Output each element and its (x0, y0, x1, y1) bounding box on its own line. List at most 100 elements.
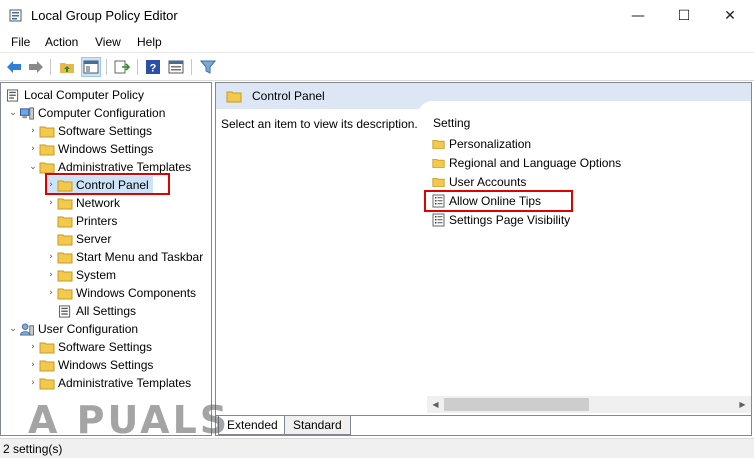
menu-bar: File Action View Help (0, 31, 754, 53)
tree-item-user-configuration[interactable]: ⌄ User Configuration (7, 320, 138, 338)
list-item-settings-page-visibility[interactable]: Settings Page Visibility (432, 211, 570, 229)
tree-item-local-computer-policy[interactable]: Local Computer Policy (5, 86, 144, 104)
tree-item-user-windows-settings[interactable]: › Windows Settings (27, 356, 153, 374)
folder-icon (57, 270, 73, 281)
tree-label: Windows Components (76, 286, 197, 300)
tree-label: System (76, 268, 117, 282)
tab-standard[interactable]: Standard (284, 416, 351, 435)
toolbar-separator (191, 59, 192, 75)
highlight-control-panel (45, 173, 170, 195)
view-tabs: Extended Standard (216, 415, 751, 435)
settings-list-icon (58, 304, 71, 318)
back-arrow-icon[interactable] (4, 57, 24, 77)
tree-item-user-software-settings[interactable]: › Software Settings (27, 338, 152, 356)
chevron-right-icon[interactable]: › (45, 284, 57, 302)
scrollbar-thumb[interactable] (444, 398, 589, 411)
tree-item-computer-configuration[interactable]: ⌄ Computer Configuration (7, 104, 165, 122)
menu-view[interactable]: View (95, 35, 121, 49)
tree-label: Software Settings (58, 340, 153, 354)
folder-icon (39, 378, 55, 389)
help-icon[interactable]: ? (143, 57, 163, 77)
menu-action[interactable]: Action (45, 35, 78, 49)
filter-icon[interactable] (198, 57, 218, 77)
toolbar: ? (0, 53, 754, 81)
window-title: Local Group Policy Editor (31, 8, 178, 23)
tree-label: User Configuration (38, 322, 139, 336)
chevron-right-icon[interactable]: › (45, 248, 57, 266)
folder-icon (57, 288, 73, 299)
gpedit-app-icon (9, 9, 22, 22)
tree-item-all-settings[interactable]: All Settings (57, 302, 136, 320)
svg-text:?: ? (150, 63, 157, 75)
export-list-icon[interactable] (112, 57, 132, 77)
tree-item-windows-settings[interactable]: › Windows Settings (27, 140, 153, 158)
tree-label: Administrative Templates (58, 376, 192, 390)
toolbar-separator (106, 59, 107, 75)
close-button[interactable]: ✕ (707, 0, 753, 31)
properties-icon[interactable] (166, 57, 186, 77)
details-header-title: Control Panel (252, 89, 325, 103)
menu-help[interactable]: Help (137, 35, 162, 49)
chevron-right-icon[interactable]: › (45, 266, 57, 284)
toolbar-separator (137, 59, 138, 75)
folder-open-icon (39, 162, 55, 173)
scroll-left-icon[interactable]: ◀ (427, 396, 444, 413)
tree-label: Windows Settings (58, 358, 154, 372)
tree-label: Windows Settings (58, 142, 154, 156)
menu-file[interactable]: File (11, 35, 30, 49)
folder-icon (39, 144, 55, 155)
tree-item-windows-components[interactable]: › Windows Components (45, 284, 196, 302)
chevron-right-icon[interactable]: › (27, 374, 39, 392)
tree-item-software-settings[interactable]: › Software Settings (27, 122, 152, 140)
chevron-down-icon[interactable]: ⌄ (7, 104, 19, 122)
list-item-regional-language[interactable]: Regional and Language Options (432, 154, 621, 172)
tree-label: Local Computer Policy (24, 88, 145, 102)
description-panel: Select an item to view its description. (216, 109, 418, 399)
tree-item-server[interactable]: Server (57, 230, 111, 248)
list-item-label: Personalization (449, 137, 532, 151)
folder-icon (57, 234, 73, 245)
folder-icon (39, 360, 55, 371)
chevron-right-icon[interactable]: › (27, 338, 39, 356)
list-item-label: Regional and Language Options (449, 156, 622, 170)
policy-setting-icon (432, 213, 445, 227)
details-pane[interactable]: Control Panel Select an item to view its… (215, 82, 752, 436)
chevron-right-icon[interactable]: › (27, 356, 39, 374)
tree-label: Printers (76, 214, 118, 228)
chevron-right-icon[interactable]: › (27, 140, 39, 158)
chevron-down-icon[interactable]: ⌄ (7, 320, 19, 338)
tree-label: Software Settings (58, 124, 153, 138)
horizontal-scrollbar[interactable]: ◀ ▶ (427, 396, 751, 413)
appuals-watermark: A PUALS (28, 398, 231, 442)
folder-icon (57, 216, 73, 227)
chevron-down-icon[interactable]: ⌄ (27, 158, 39, 176)
tree-item-user-administrative-templates[interactable]: › Administrative Templates (27, 374, 191, 392)
minimize-button[interactable]: — (615, 0, 661, 31)
folder-icon (57, 198, 73, 209)
folder-icon (39, 342, 55, 353)
tree-item-network[interactable]: › Network (45, 194, 120, 212)
folder-icon (432, 177, 445, 187)
tree-item-system[interactable]: › System (45, 266, 116, 284)
user-icon (20, 322, 34, 336)
forward-arrow-icon[interactable] (26, 57, 46, 77)
highlight-allow-online-tips (424, 190, 573, 212)
show-hide-tree-icon[interactable] (81, 57, 101, 77)
setting-column-header[interactable]: Setting (433, 116, 470, 130)
tree-label: Network (76, 196, 121, 210)
list-item-user-accounts[interactable]: User Accounts (432, 173, 526, 191)
status-text: 2 setting(s) (3, 442, 63, 456)
tree-item-start-menu-taskbar[interactable]: › Start Menu and Taskbar (45, 248, 203, 266)
chevron-right-icon[interactable]: › (27, 122, 39, 140)
up-folder-icon[interactable] (57, 57, 77, 77)
settings-list[interactable]: Setting Personalization Regional and Lan… (418, 101, 751, 399)
tree-item-printers[interactable]: Printers (57, 212, 117, 230)
tree-pane[interactable]: Local Computer Policy ⌄ Computer Configu… (0, 82, 212, 436)
maximize-button[interactable]: ☐ (661, 0, 707, 31)
folder-icon (432, 139, 445, 149)
title-bar: Local Group Policy Editor — ☐ ✕ (0, 0, 754, 31)
scroll-right-icon[interactable]: ▶ (734, 396, 751, 413)
list-item-label: Settings Page Visibility (449, 213, 571, 227)
chevron-right-icon[interactable]: › (45, 194, 57, 212)
list-item-personalization[interactable]: Personalization (432, 135, 531, 153)
